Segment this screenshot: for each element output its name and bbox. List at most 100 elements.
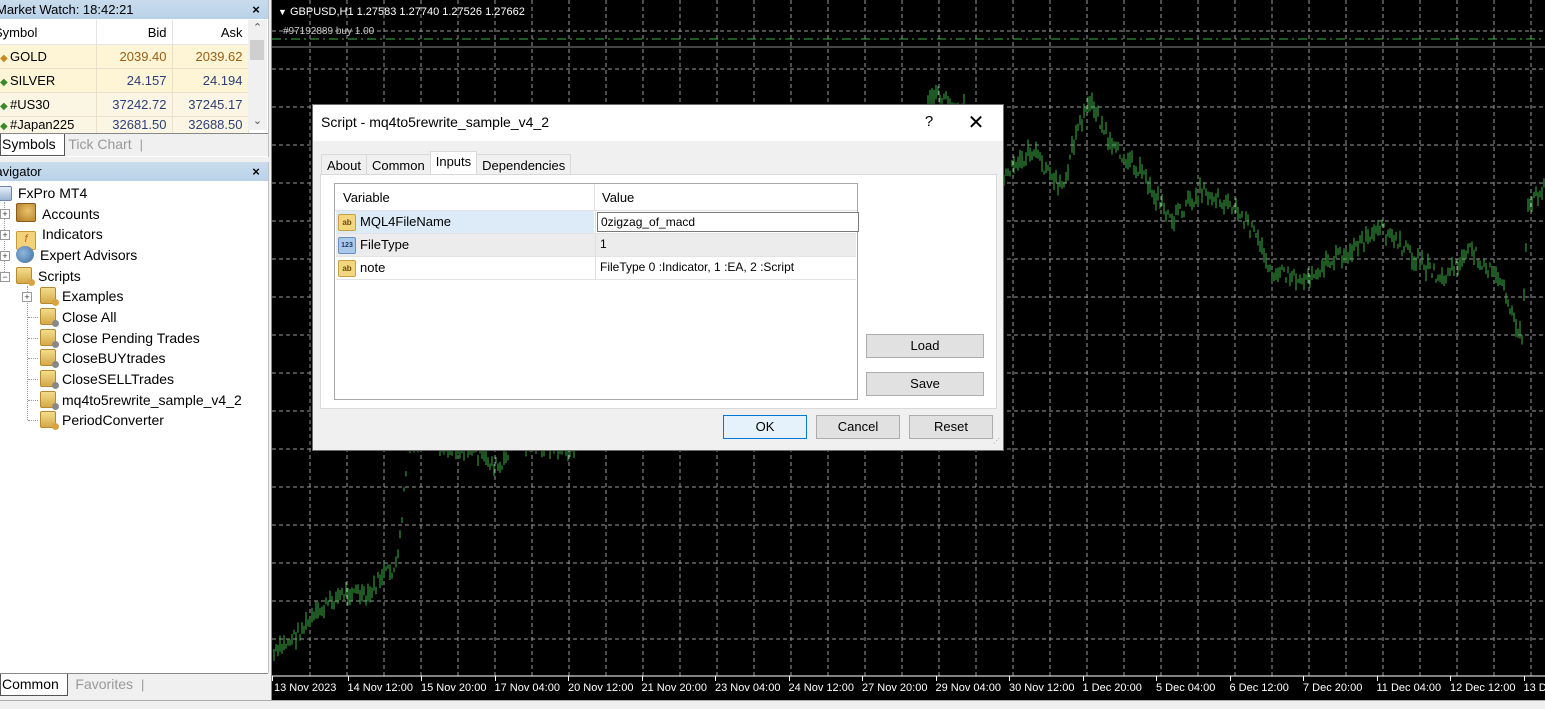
scroll-up-icon[interactable]: ⌃ xyxy=(248,20,267,37)
tab-separator: | xyxy=(140,137,143,152)
resize-grip-icon[interactable]: ⋰ xyxy=(993,440,1001,448)
tree-item-scripts[interactable]: Scripts xyxy=(16,266,81,286)
load-button[interactable]: Load xyxy=(866,334,984,358)
market-watch-tabs: Symbols Tick Chart| xyxy=(0,133,268,156)
tab-symbols[interactable]: Symbols xyxy=(0,134,65,156)
tree-item-script[interactable]: Close Pending Trades xyxy=(40,328,200,348)
save-button[interactable]: Save xyxy=(866,372,984,396)
time-axis-label: 27 Nov 20:00 xyxy=(862,682,927,694)
tree-line xyxy=(28,317,38,318)
close-icon[interactable]: × xyxy=(249,162,263,181)
tree-item-script[interactable]: PeriodConverter xyxy=(40,410,164,430)
tree-item-examples[interactable]: Examples xyxy=(40,286,123,306)
time-axis-label: 30 Nov 12:00 xyxy=(1009,682,1074,694)
time-axis-tick xyxy=(1156,676,1157,681)
time-axis-label: 12 Dec 12:00 xyxy=(1450,682,1515,694)
tab-favorites[interactable]: Favorites xyxy=(71,674,141,695)
script-icon xyxy=(40,308,56,325)
input-row[interactable]: 123 FileType 1 xyxy=(336,234,856,257)
expand-icon[interactable]: + xyxy=(0,209,10,219)
reset-button[interactable]: Reset xyxy=(909,415,993,439)
table-row[interactable]: ◆GOLD 2039.40 2039.62 xyxy=(0,45,248,69)
tab-dependencies[interactable]: Dependencies xyxy=(476,154,571,176)
column-header-bid[interactable]: Bid xyxy=(96,20,172,45)
tree-item-script[interactable]: Close All xyxy=(40,307,116,327)
expand-icon[interactable]: + xyxy=(22,292,32,302)
dialog-title: Script - mq4to5rewrite_sample_v4_2 xyxy=(321,114,549,130)
dialog-title-bar[interactable]: Script - mq4to5rewrite_sample_v4_2 ? ✕ xyxy=(313,105,1003,141)
close-icon[interactable]: ✕ xyxy=(961,109,991,137)
expert-advisors-icon xyxy=(16,246,34,263)
time-axis-label: 29 Nov 04:00 xyxy=(936,682,1001,694)
tree-item-script[interactable]: CloseSELLTrades xyxy=(40,369,174,389)
navigator-tabs: Common Favorites| xyxy=(0,673,268,696)
time-axis-label: 6 Dec 12:00 xyxy=(1230,682,1289,694)
tree-item-indicators[interactable]: fIndicators xyxy=(16,224,103,244)
tree-line xyxy=(28,338,38,339)
tree-item-accounts[interactable]: Accounts xyxy=(16,203,100,223)
tree-item-label: Indicators xyxy=(42,226,103,242)
collapse-icon[interactable]: − xyxy=(0,272,10,282)
table-row[interactable]: ◆SILVER 24.157 24.194 xyxy=(0,69,248,93)
script-icon xyxy=(40,411,56,428)
bid-price: 24.157 xyxy=(96,69,172,93)
time-axis-tick xyxy=(495,676,496,681)
column-header-symbol[interactable]: Symbol xyxy=(0,20,96,45)
variable-value: 1 xyxy=(600,237,607,251)
time-axis-label: 7 Dec 20:00 xyxy=(1303,682,1362,694)
tab-common[interactable]: Common xyxy=(366,154,431,176)
chart-menu-icon[interactable]: ▼ xyxy=(278,7,287,17)
tree-item-root[interactable]: FxPro MT4 xyxy=(0,183,87,203)
scripts-icon xyxy=(16,267,32,284)
bid-price: 2039.40 xyxy=(96,45,172,69)
dialog-tabs: AboutCommonInputsDependencies xyxy=(321,150,570,174)
table-row[interactable]: ◆#US30 37242.72 37245.17 xyxy=(0,93,248,117)
tree-item-label: PeriodConverter xyxy=(62,412,164,428)
input-row[interactable]: ab note FileType 0 :Indicator, 1 :EA, 2 … xyxy=(336,257,856,280)
time-axis-label: 23 Nov 04:00 xyxy=(715,682,780,694)
column-header-value[interactable]: Value xyxy=(602,190,634,205)
time-axis-tick xyxy=(862,676,863,681)
tree-item-script[interactable]: CloseBUYtrades xyxy=(40,348,166,368)
tree-item-label: CloseSELLTrades xyxy=(62,371,174,387)
chart-header: ▼ GBPUSD,H1 1.27583 1.27740 1.27526 1.27… xyxy=(278,6,525,18)
grid-header: Variable Value xyxy=(335,184,857,211)
tab-common[interactable]: Common xyxy=(0,674,68,696)
help-icon[interactable]: ? xyxy=(917,111,941,135)
script-icon xyxy=(40,329,56,346)
price-direction-icon: ◆ xyxy=(0,53,10,64)
time-axis-tick xyxy=(1377,676,1378,681)
scrollbar-thumb[interactable] xyxy=(250,40,264,60)
value-cell[interactable]: FileType 0 :Indicator, 1 :EA, 2 :Script xyxy=(595,257,857,279)
column-header-ask[interactable]: Ask xyxy=(172,20,248,45)
tree-item-expert-advisors[interactable]: Expert Advisors xyxy=(16,245,137,265)
market-watch-title: Market Watch: 18:42:21 xyxy=(0,2,134,17)
terminal-icon xyxy=(0,186,12,201)
expand-icon[interactable]: + xyxy=(0,230,10,240)
tab-separator: | xyxy=(141,677,144,692)
value-cell[interactable] xyxy=(595,211,857,233)
value-cell[interactable]: 1 xyxy=(595,234,857,256)
market-watch-scrollbar[interactable]: ⌃ ⌄ xyxy=(248,20,267,130)
time-axis-tick xyxy=(348,676,349,681)
time-axis-tick xyxy=(1303,676,1304,681)
tab-about[interactable]: About xyxy=(321,154,367,176)
column-header-variable[interactable]: Variable xyxy=(343,190,390,205)
expand-icon[interactable]: + xyxy=(0,251,10,261)
tree-item-script[interactable]: mq4to5rewrite_sample_v4_2 xyxy=(40,390,242,410)
tab-tick-chart[interactable]: Tick Chart xyxy=(68,134,139,155)
value-input[interactable] xyxy=(597,212,859,232)
close-icon[interactable]: × xyxy=(249,0,263,19)
time-axis-tick xyxy=(936,676,937,681)
input-row[interactable]: ab MQL4FileName xyxy=(336,211,856,234)
time-axis-tick xyxy=(1230,676,1231,681)
cancel-button[interactable]: Cancel xyxy=(816,415,900,439)
scroll-down-icon[interactable]: ⌄ xyxy=(248,113,267,130)
script-icon xyxy=(40,391,56,408)
tree-item-label: mq4to5rewrite_sample_v4_2 xyxy=(62,392,242,408)
variable-cell: 123 FileType xyxy=(336,234,594,256)
column-divider[interactable] xyxy=(594,184,595,210)
time-axis-label: 21 Nov 20:00 xyxy=(642,682,707,694)
variable-name: FileType xyxy=(360,237,409,252)
symbol-name: SILVER xyxy=(10,73,55,88)
